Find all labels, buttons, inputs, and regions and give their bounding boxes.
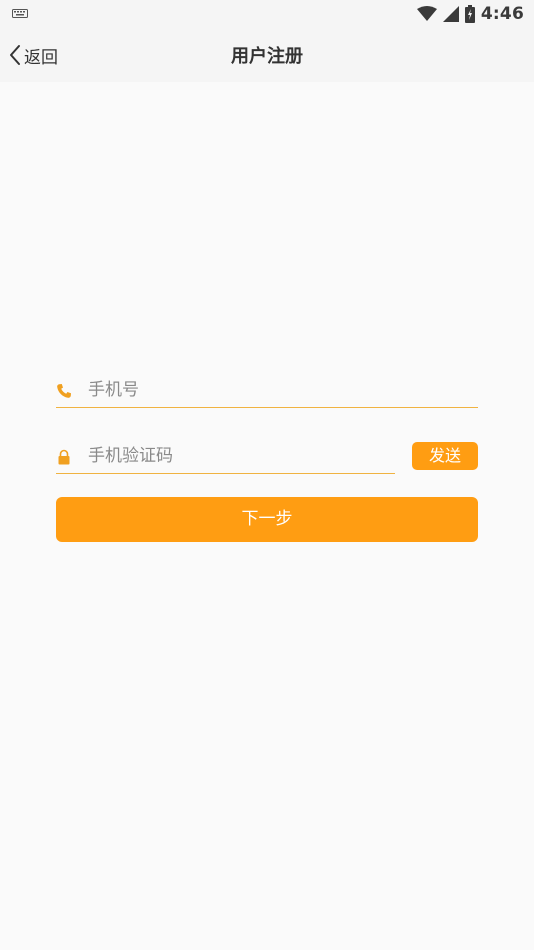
phone-input[interactable] xyxy=(88,376,476,404)
keyboard-icon xyxy=(12,9,28,18)
wifi-icon xyxy=(416,6,437,21)
battery-icon xyxy=(464,5,475,23)
page-title: 用户注册 xyxy=(231,46,303,67)
code-field xyxy=(56,440,395,474)
signal-icon xyxy=(442,6,459,22)
verification-code-input[interactable] xyxy=(88,442,393,470)
send-code-button[interactable]: 发送 xyxy=(412,442,478,470)
lock-icon xyxy=(58,449,70,465)
status-time: 4:46 xyxy=(480,4,524,24)
phone-icon xyxy=(57,384,71,398)
status-icons: 4:46 xyxy=(416,3,524,25)
phone-field xyxy=(56,374,478,408)
nav-bar: 返回 用户注册 xyxy=(0,28,534,82)
status-bar: 4:46 xyxy=(0,0,534,28)
next-step-button[interactable]: 下一步 xyxy=(56,497,478,542)
